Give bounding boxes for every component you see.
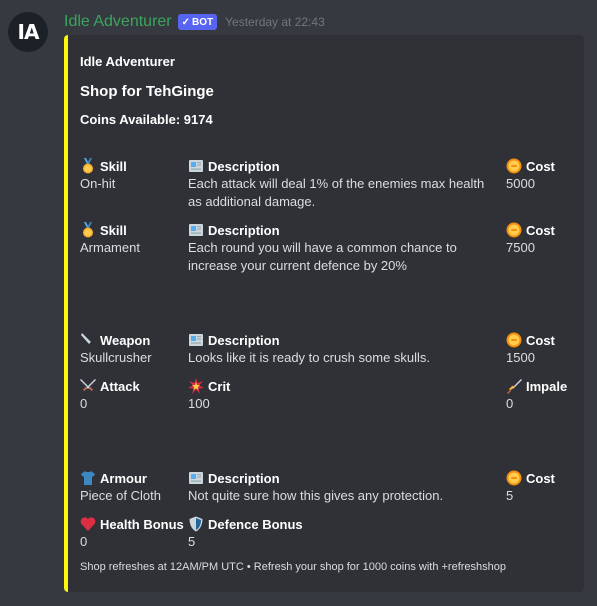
field-armour: Armour Piece of Cloth bbox=[80, 469, 161, 505]
field-value: 0 bbox=[80, 396, 88, 411]
field-name: Description bbox=[208, 332, 280, 348]
medal-icon bbox=[80, 222, 96, 238]
field-cost: Cost 5 bbox=[506, 469, 555, 505]
bot-badge-label: BOT bbox=[192, 16, 214, 28]
field-name: Armour bbox=[100, 470, 147, 486]
field-name: Impale bbox=[526, 378, 568, 394]
field-value: Looks like it is ready to crush some sku… bbox=[188, 350, 431, 365]
bot-avatar[interactable]: IA bbox=[8, 12, 48, 52]
field-skill: Skill Armament bbox=[80, 221, 140, 257]
field-name: Description bbox=[208, 470, 280, 486]
crossed-swords-icon bbox=[80, 378, 96, 394]
field-name: Skill bbox=[100, 158, 127, 174]
bot-badge: ✓ BOT bbox=[177, 14, 218, 30]
field-value: 100 bbox=[188, 396, 210, 411]
field-attack: Attack 0 bbox=[80, 377, 140, 413]
field-value: Not quite sure how this gives any protec… bbox=[188, 488, 444, 503]
field-name: Description bbox=[208, 158, 280, 174]
field-name: Crit bbox=[208, 378, 231, 394]
field-name: Cost bbox=[526, 470, 555, 486]
message-timestamp[interactable]: Yesterday at 22:43 bbox=[225, 15, 325, 29]
field-value: 0 bbox=[80, 534, 88, 549]
field-skill: Skill On-hit bbox=[80, 157, 127, 193]
field-name: Cost bbox=[526, 158, 555, 174]
field-name: Description bbox=[208, 222, 280, 238]
shield-icon bbox=[188, 516, 204, 532]
newspaper-icon bbox=[188, 222, 204, 238]
field-value: On-hit bbox=[80, 176, 116, 191]
author-name[interactable]: Idle Adventurer bbox=[64, 13, 172, 31]
coins-available: Coins Available: 9174 bbox=[80, 112, 213, 127]
field-value: Each attack will deal 1% of the enemies … bbox=[188, 176, 485, 209]
field-name: Health Bonus bbox=[100, 516, 184, 532]
coin-icon bbox=[506, 332, 522, 348]
field-description: Description Not quite sure how this give… bbox=[188, 469, 493, 505]
field-name: Skill bbox=[100, 222, 127, 238]
embed-footer: Shop refreshes at 12AM/PM UTC • Refresh … bbox=[80, 561, 507, 573]
embed-accent-bar bbox=[64, 35, 68, 592]
field-crit: Crit 100 bbox=[188, 377, 230, 413]
newspaper-icon bbox=[188, 158, 204, 174]
coin-icon bbox=[506, 222, 522, 238]
field-value: Each round you will have a common chance… bbox=[188, 240, 457, 273]
field-description: Description Looks like it is ready to cr… bbox=[188, 331, 493, 367]
field-name: Defence Bonus bbox=[208, 516, 303, 532]
field-description: Description Each round you will have a c… bbox=[188, 221, 493, 275]
field-defence-bonus: Defence Bonus 5 bbox=[188, 515, 303, 551]
field-weapon: Weapon Skullcrusher bbox=[80, 331, 152, 367]
field-value: Piece of Cloth bbox=[80, 488, 161, 503]
knife-icon bbox=[80, 332, 96, 348]
shop-embed: Idle Adventurer Shop for TehGinge Coins … bbox=[64, 35, 584, 592]
field-value: 1500 bbox=[506, 350, 535, 365]
coin-icon bbox=[506, 470, 522, 486]
field-description: Description Each attack will deal 1% of … bbox=[188, 157, 493, 211]
field-name: Attack bbox=[100, 378, 140, 394]
field-value: 5 bbox=[188, 534, 196, 549]
medal-icon bbox=[80, 158, 96, 174]
embed-title: Shop for TehGinge bbox=[80, 83, 214, 100]
field-value: 5000 bbox=[506, 176, 535, 191]
field-cost: Cost 1500 bbox=[506, 331, 555, 367]
newspaper-icon bbox=[188, 332, 204, 348]
field-value: 7500 bbox=[506, 240, 535, 255]
field-value: Armament bbox=[80, 240, 140, 255]
check-icon: ✓ bbox=[181, 16, 191, 28]
field-value: Skullcrusher bbox=[80, 350, 152, 365]
field-name: Cost bbox=[526, 332, 555, 348]
field-impale: Impale 0 bbox=[506, 377, 567, 413]
coin-icon bbox=[506, 158, 522, 174]
field-cost: Cost 5000 bbox=[506, 157, 555, 193]
newspaper-icon bbox=[188, 470, 204, 486]
field-value: 0 bbox=[506, 396, 514, 411]
dagger-icon bbox=[506, 378, 522, 394]
field-health-bonus: Health Bonus 0 bbox=[80, 515, 184, 551]
field-value: 5 bbox=[506, 488, 514, 503]
message-header: Idle Adventurer ✓ BOT Yesterday at 22:43 bbox=[64, 12, 325, 32]
field-name: Cost bbox=[526, 222, 555, 238]
embed-author: Idle Adventurer bbox=[80, 54, 175, 69]
collision-icon bbox=[188, 378, 204, 394]
field-name: Weapon bbox=[100, 332, 151, 348]
field-cost: Cost 7500 bbox=[506, 221, 555, 257]
heart-icon bbox=[80, 516, 96, 532]
shirt-icon bbox=[80, 470, 96, 486]
